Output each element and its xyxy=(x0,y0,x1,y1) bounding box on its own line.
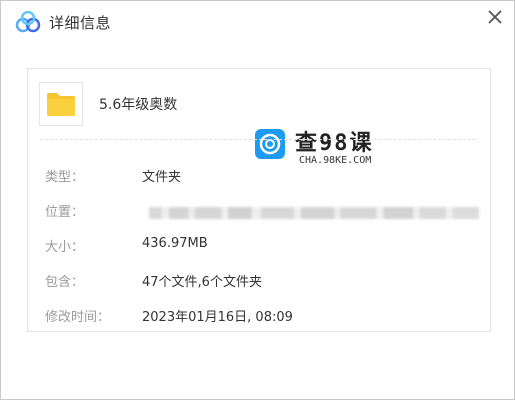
contains-row: 包含： 47个文件,6个文件夹 xyxy=(45,271,485,291)
folder-icon xyxy=(47,93,75,116)
watermark-logo-icon xyxy=(255,129,285,159)
watermark: 查98课 CHA.98KE.COM xyxy=(255,125,395,171)
watermark-url: CHA.98KE.COM xyxy=(299,155,372,166)
type-label: 类型： xyxy=(45,170,85,185)
location-label: 位置： xyxy=(45,205,85,220)
details-panel: 5.6年级奥数 查98课 CHA.98KE.COM 类型： 文件夹 位置： 大小… xyxy=(27,68,491,332)
file-thumbnail xyxy=(39,82,83,126)
modified-row: 修改时间： 2023年01月16日, 08:09 xyxy=(45,306,485,326)
size-row: 大小： 436.97MB xyxy=(45,236,485,256)
contains-value: 47个文件,6个文件夹 xyxy=(142,275,262,290)
dialog-title: 详细信息 xyxy=(49,14,112,32)
location-value-redacted xyxy=(149,207,479,219)
divider xyxy=(40,139,476,140)
type-value: 文件夹 xyxy=(142,170,182,185)
close-icon[interactable] xyxy=(483,5,507,29)
location-row: 位置： xyxy=(45,201,485,221)
size-value: 436.97MB xyxy=(142,236,208,251)
watermark-text: 查98课 xyxy=(295,131,374,156)
details-dialog: 详细信息 5.6年级奥数 查98课 CHA.98KE.COM 类型： 文件夹 位… xyxy=(0,0,515,400)
modified-label: 修改时间： xyxy=(45,310,111,325)
cloud-logo-icon xyxy=(15,11,41,33)
file-name: 5.6年级奥数 xyxy=(99,97,178,113)
type-row: 类型： 文件夹 xyxy=(45,166,485,186)
contains-label: 包含： xyxy=(45,275,85,290)
title-bar: 详细信息 xyxy=(1,1,514,45)
size-label: 大小： xyxy=(45,240,85,255)
modified-value: 2023年01月16日, 08:09 xyxy=(142,310,293,325)
